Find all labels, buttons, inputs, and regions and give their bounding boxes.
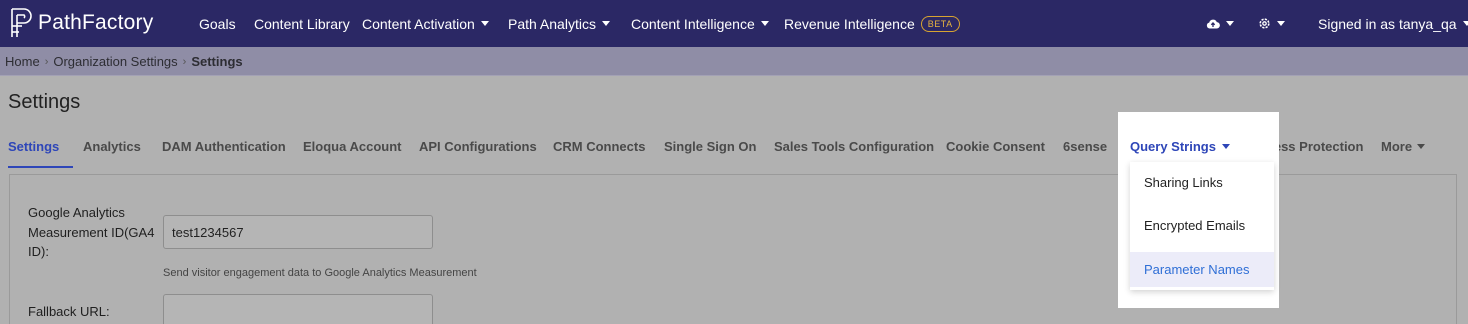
- chevron-down-icon: [1417, 144, 1426, 149]
- tab-settings[interactable]: Settings: [8, 134, 74, 168]
- tab-6sense-label: 6sense: [1063, 139, 1108, 154]
- nav-content-library-label: Content Library: [254, 15, 350, 32]
- caret-down-icon: [1221, 144, 1230, 149]
- cloud-upload-menu[interactable]: [1206, 0, 1234, 47]
- cloud-upload-icon: [1206, 19, 1220, 29]
- query-strings-dropdown-area: Query Strings Sharing Links Encrypted Em…: [1118, 112, 1279, 308]
- tab-analytics-label: Analytics: [83, 139, 141, 154]
- fallback-url-input[interactable]: [163, 294, 433, 324]
- tab-more[interactable]: More: [1381, 134, 1426, 166]
- breadcrumb-organization-settings[interactable]: Organization Settings: [53, 54, 177, 69]
- nav-path-analytics-label: Path Analytics: [508, 15, 596, 32]
- tab-sales-tools-configuration-label: Sales Tools Configuration: [774, 139, 935, 154]
- chevron-down-icon: [1462, 21, 1468, 26]
- tab-sales-tools-configuration[interactable]: Sales Tools Configuration: [774, 134, 934, 166]
- ga-measurement-id-input[interactable]: [163, 215, 433, 249]
- breadcrumb-current: Settings: [191, 54, 243, 69]
- breadcrumb-bar: Home › Organization Settings › Settings: [0, 47, 1468, 76]
- ga-measurement-id-help: Send visitor engagement data to Google A…: [163, 267, 477, 279]
- top-navigation: PathFactory Goals Content Library Conten…: [0, 0, 1468, 47]
- tab-analytics[interactable]: Analytics: [83, 134, 141, 166]
- chevron-down-icon: [1226, 21, 1234, 26]
- chevron-down-icon: [1277, 21, 1285, 26]
- settings-menu[interactable]: [1258, 0, 1285, 47]
- user-menu-label: Signed in as tanya_qa: [1318, 15, 1457, 32]
- breadcrumb-home[interactable]: Home: [5, 54, 40, 69]
- beta-badge: BETA: [920, 15, 960, 32]
- chevron-right-icon: ›: [182, 55, 187, 68]
- nav-goals[interactable]: Goals: [199, 0, 236, 47]
- chevron-down-icon: [760, 21, 769, 26]
- chevron-right-icon: ›: [44, 55, 49, 68]
- nav-content-library[interactable]: Content Library: [254, 0, 350, 47]
- query-strings-menu: Sharing Links Encrypted Emails Parameter…: [1130, 162, 1274, 290]
- user-menu[interactable]: Signed in as tanya_qa: [1318, 0, 1468, 47]
- tab-crm-connects[interactable]: CRM Connects: [553, 134, 645, 166]
- brand-name: PathFactory: [38, 11, 154, 34]
- nav-content-intelligence-label: Content Intelligence: [631, 15, 755, 32]
- tab-dam-authentication[interactable]: DAM Authentication: [162, 134, 286, 166]
- nav-goals-label: Goals: [199, 15, 236, 32]
- chevron-down-icon: [480, 21, 489, 26]
- nav-revenue-intelligence[interactable]: Revenue Intelligence BETA: [784, 0, 960, 47]
- tab-6sense[interactable]: 6sense: [1063, 134, 1107, 166]
- tab-api-configurations[interactable]: API Configurations: [419, 134, 537, 166]
- tab-crm-connects-label: CRM Connects: [553, 139, 646, 154]
- nav-revenue-intelligence-label: Revenue Intelligence: [784, 15, 915, 32]
- tab-query-strings-label: Query Strings: [1130, 139, 1216, 154]
- tab-eloqua-account[interactable]: Eloqua Account: [303, 134, 401, 166]
- nav-content-intelligence[interactable]: Content Intelligence: [631, 0, 769, 47]
- breadcrumb: Home › Organization Settings › Settings: [5, 54, 243, 69]
- chevron-down-icon: [601, 21, 610, 26]
- tab-api-configurations-label: API Configurations: [419, 139, 537, 154]
- tab-settings-label: Settings: [8, 139, 60, 154]
- tab-single-sign-on[interactable]: Single Sign On: [664, 134, 756, 166]
- nav-content-activation[interactable]: Content Activation: [362, 0, 489, 47]
- pathfactory-logo-icon: [11, 8, 32, 37]
- tab-query-strings[interactable]: Query Strings: [1130, 139, 1230, 154]
- menu-item-sharing-links[interactable]: Sharing Links: [1130, 165, 1274, 200]
- fallback-url-label: Fallback URL:: [28, 304, 110, 319]
- nav-path-analytics[interactable]: Path Analytics: [508, 0, 610, 47]
- ga-measurement-id-label: Google Analytics Measurement ID(GA4 ID):: [28, 205, 155, 259]
- tab-eloqua-account-label: Eloqua Account: [303, 139, 402, 154]
- page-title: Settings: [8, 91, 81, 113]
- menu-item-encrypted-emails[interactable]: Encrypted Emails: [1130, 208, 1274, 243]
- tab-more-label: More: [1381, 139, 1413, 154]
- gear-icon: [1259, 18, 1270, 29]
- tab-cookie-consent-label: Cookie Consent: [946, 139, 1045, 154]
- tab-single-sign-on-label: Single Sign On: [664, 139, 757, 154]
- tab-dam-authentication-label: DAM Authentication: [162, 139, 286, 154]
- nav-content-activation-label: Content Activation: [362, 15, 475, 32]
- menu-item-parameter-names[interactable]: Parameter Names: [1130, 252, 1274, 287]
- tab-cookie-consent[interactable]: Cookie Consent: [946, 134, 1045, 166]
- pathfactory-logo[interactable]: PathFactory: [8, 4, 153, 42]
